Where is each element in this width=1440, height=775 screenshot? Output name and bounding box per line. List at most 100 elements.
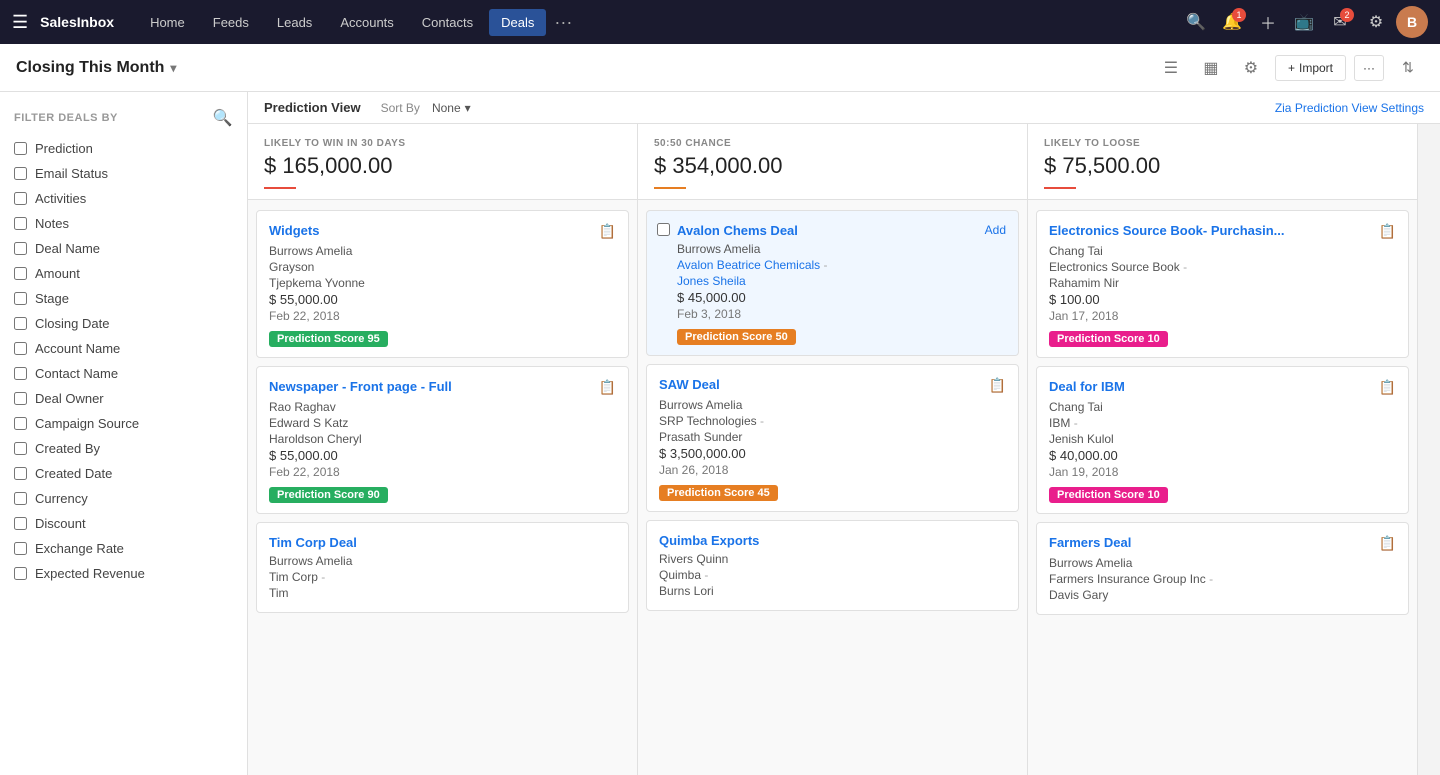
brand-logo: SalesInbox — [40, 14, 114, 30]
filter-expected-revenue-checkbox[interactable] — [14, 567, 27, 580]
filter-account-name[interactable]: Account Name — [0, 336, 247, 361]
filter-campaign-source[interactable]: Campaign Source — [0, 411, 247, 436]
deal-card-farmers[interactable]: Farmers Deal 📋 Burrows Amelia Farmers In… — [1036, 522, 1409, 615]
deal-name-quimba[interactable]: Quimba Exports — [659, 533, 759, 548]
filter-email-status[interactable]: Email Status — [0, 161, 247, 186]
filter-notes[interactable]: Notes — [0, 211, 247, 236]
filter-currency[interactable]: Currency — [0, 486, 247, 511]
nav-more-icon[interactable]: ··· — [554, 12, 572, 33]
filter-discount[interactable]: Discount — [0, 511, 247, 536]
deal-name-electronics[interactable]: Electronics Source Book- Purchasin... — [1049, 223, 1285, 238]
filter-label: Campaign Source — [35, 416, 139, 431]
deal-name-widgets[interactable]: Widgets — [269, 223, 319, 238]
card-ibm-amount: $ 40,000.00 — [1049, 448, 1396, 463]
filter-email-checkbox[interactable] — [14, 167, 27, 180]
filter-closing-date-checkbox[interactable] — [14, 317, 27, 330]
filter-created-by-checkbox[interactable] — [14, 442, 27, 455]
notifications-icon-btn[interactable]: 🔔 1 — [1216, 6, 1248, 38]
col-fifty-tag: 50:50 CHANCE — [654, 138, 1011, 149]
filter-stage-checkbox[interactable] — [14, 292, 27, 305]
filter-deal-owner[interactable]: Deal Owner — [0, 386, 247, 411]
sort-select[interactable]: None ▾ — [432, 101, 471, 115]
filter-campaign-checkbox[interactable] — [14, 417, 27, 430]
deal-card-timcorp[interactable]: Tim Corp Deal Burrows Amelia Tim Corp - … — [256, 522, 629, 613]
filter-settings-icon[interactable]: ⚙ — [1235, 52, 1267, 84]
filter-amount-checkbox[interactable] — [14, 267, 27, 280]
filter-closing-date[interactable]: Closing Date — [0, 311, 247, 336]
filter-contact-name[interactable]: Contact Name — [0, 361, 247, 386]
deal-name-avalon[interactable]: Avalon Chems Deal — [677, 223, 798, 238]
filter-prediction[interactable]: Prediction — [0, 136, 247, 161]
kanban-view-icon[interactable]: ▦ — [1195, 52, 1227, 84]
search-icon-btn[interactable]: 🔍 — [1180, 6, 1212, 38]
filter-amount[interactable]: Amount — [0, 261, 247, 286]
filter-deal-name[interactable]: Deal Name — [0, 236, 247, 261]
deal-name-farmers[interactable]: Farmers Deal — [1049, 535, 1131, 550]
kanban-col-loose-header: LIKELY TO LOOSE $ 75,500.00 — [1028, 124, 1417, 200]
nav-feeds[interactable]: Feeds — [201, 9, 261, 36]
import-button[interactable]: + Import — [1275, 55, 1346, 81]
filter-deal-owner-checkbox[interactable] — [14, 392, 27, 405]
filter-activities[interactable]: Activities — [0, 186, 247, 211]
filter-activities-checkbox[interactable] — [14, 192, 27, 205]
filter-label: Expected Revenue — [35, 566, 145, 581]
deal-card-saw[interactable]: SAW Deal 📋 Burrows Amelia SRP Technologi… — [646, 364, 1019, 512]
card-widgets-date: Feb 22, 2018 — [269, 309, 616, 323]
more-actions-button[interactable]: ··· — [1354, 55, 1384, 81]
avalon-card-checkbox[interactable] — [657, 223, 670, 236]
zia-settings-link[interactable]: Zia Prediction View Settings — [1275, 101, 1424, 115]
notification-badge: 1 — [1232, 8, 1246, 22]
card-avalon-badge: Prediction Score 50 — [677, 329, 796, 345]
filter-exchange-rate[interactable]: Exchange Rate — [0, 536, 247, 561]
filter-exchange-rate-checkbox[interactable] — [14, 542, 27, 555]
add-icon-btn[interactable]: ＋ — [1252, 6, 1284, 38]
filter-prediction-checkbox[interactable] — [14, 142, 27, 155]
card-avalon-date: Feb 3, 2018 — [659, 307, 1006, 321]
filter-contact-checkbox[interactable] — [14, 367, 27, 380]
filter-deal-name-checkbox[interactable] — [14, 242, 27, 255]
sort-icon-btn[interactable]: ⇅ — [1392, 52, 1424, 84]
filter-created-date[interactable]: Created Date — [0, 461, 247, 486]
nav-home[interactable]: Home — [138, 9, 197, 36]
settings-icon-btn[interactable]: ⚙ — [1360, 6, 1392, 38]
card-ibm-badge: Prediction Score 10 — [1049, 487, 1168, 503]
deal-card-electronics[interactable]: Electronics Source Book- Purchasin... 📋 … — [1036, 210, 1409, 358]
filter-discount-checkbox[interactable] — [14, 517, 27, 530]
nav-contacts[interactable]: Contacts — [410, 9, 485, 36]
nav-deals[interactable]: Deals — [489, 9, 546, 36]
card-newspaper-date: Feb 22, 2018 — [269, 465, 616, 479]
mail-icon-btn[interactable]: ✉ 2 — [1324, 6, 1356, 38]
title-dropdown-icon[interactable]: ▾ — [170, 61, 176, 75]
filter-created-by[interactable]: Created By — [0, 436, 247, 461]
filter-account-checkbox[interactable] — [14, 342, 27, 355]
deal-card-quimba[interactable]: Quimba Exports Rivers Quinn Quimba - Bur… — [646, 520, 1019, 611]
nav-accounts[interactable]: Accounts — [328, 9, 405, 36]
list-view-icon[interactable]: ☰ — [1155, 52, 1187, 84]
hamburger-menu-icon[interactable]: ☰ — [12, 12, 28, 33]
avalon-add-button[interactable]: Add — [985, 223, 1006, 237]
filter-notes-checkbox[interactable] — [14, 217, 27, 230]
deal-card-ibm[interactable]: Deal for IBM 📋 Chang Tai IBM - Jenish Ku… — [1036, 366, 1409, 514]
deal-card-widgets[interactable]: Widgets 📋 Burrows Amelia Grayson Tjepkem… — [256, 210, 629, 358]
deal-name-saw[interactable]: SAW Deal — [659, 377, 720, 392]
avalon-account-link[interactable]: Avalon Beatrice Chemicals — [677, 258, 820, 272]
filter-stage[interactable]: Stage — [0, 286, 247, 311]
deal-name-newspaper[interactable]: Newspaper - Front page - Full — [269, 379, 452, 394]
deal-card-newspaper[interactable]: Newspaper - Front page - Full 📋 Rao Ragh… — [256, 366, 629, 514]
sidebar-resize-handle[interactable] — [243, 92, 247, 775]
screen-icon-btn[interactable]: 📺 — [1288, 6, 1320, 38]
card-avalon-contact[interactable]: Jones Sheila — [659, 274, 1006, 288]
filter-created-date-checkbox[interactable] — [14, 467, 27, 480]
filter-sidebar: FILTER DEALS BY 🔍 Prediction Email Statu… — [0, 92, 248, 775]
deal-name-ibm[interactable]: Deal for IBM — [1049, 379, 1125, 394]
sidebar-search-icon[interactable]: 🔍 — [213, 108, 233, 128]
card-avalon-account-link[interactable]: Avalon Beatrice Chemicals - — [659, 258, 1006, 272]
user-avatar[interactable]: B — [1396, 6, 1428, 38]
deal-name-timcorp[interactable]: Tim Corp Deal — [269, 535, 357, 550]
nav-leads[interactable]: Leads — [265, 9, 324, 36]
filter-currency-checkbox[interactable] — [14, 492, 27, 505]
deal-card-avalon[interactable]: Avalon Chems Deal Add Burrows Amelia Ava… — [646, 210, 1019, 356]
avalon-contact-link[interactable]: Jones Sheila — [677, 274, 746, 288]
card-electronics-owner: Chang Tai — [1049, 244, 1396, 258]
filter-expected-revenue[interactable]: Expected Revenue — [0, 561, 247, 586]
